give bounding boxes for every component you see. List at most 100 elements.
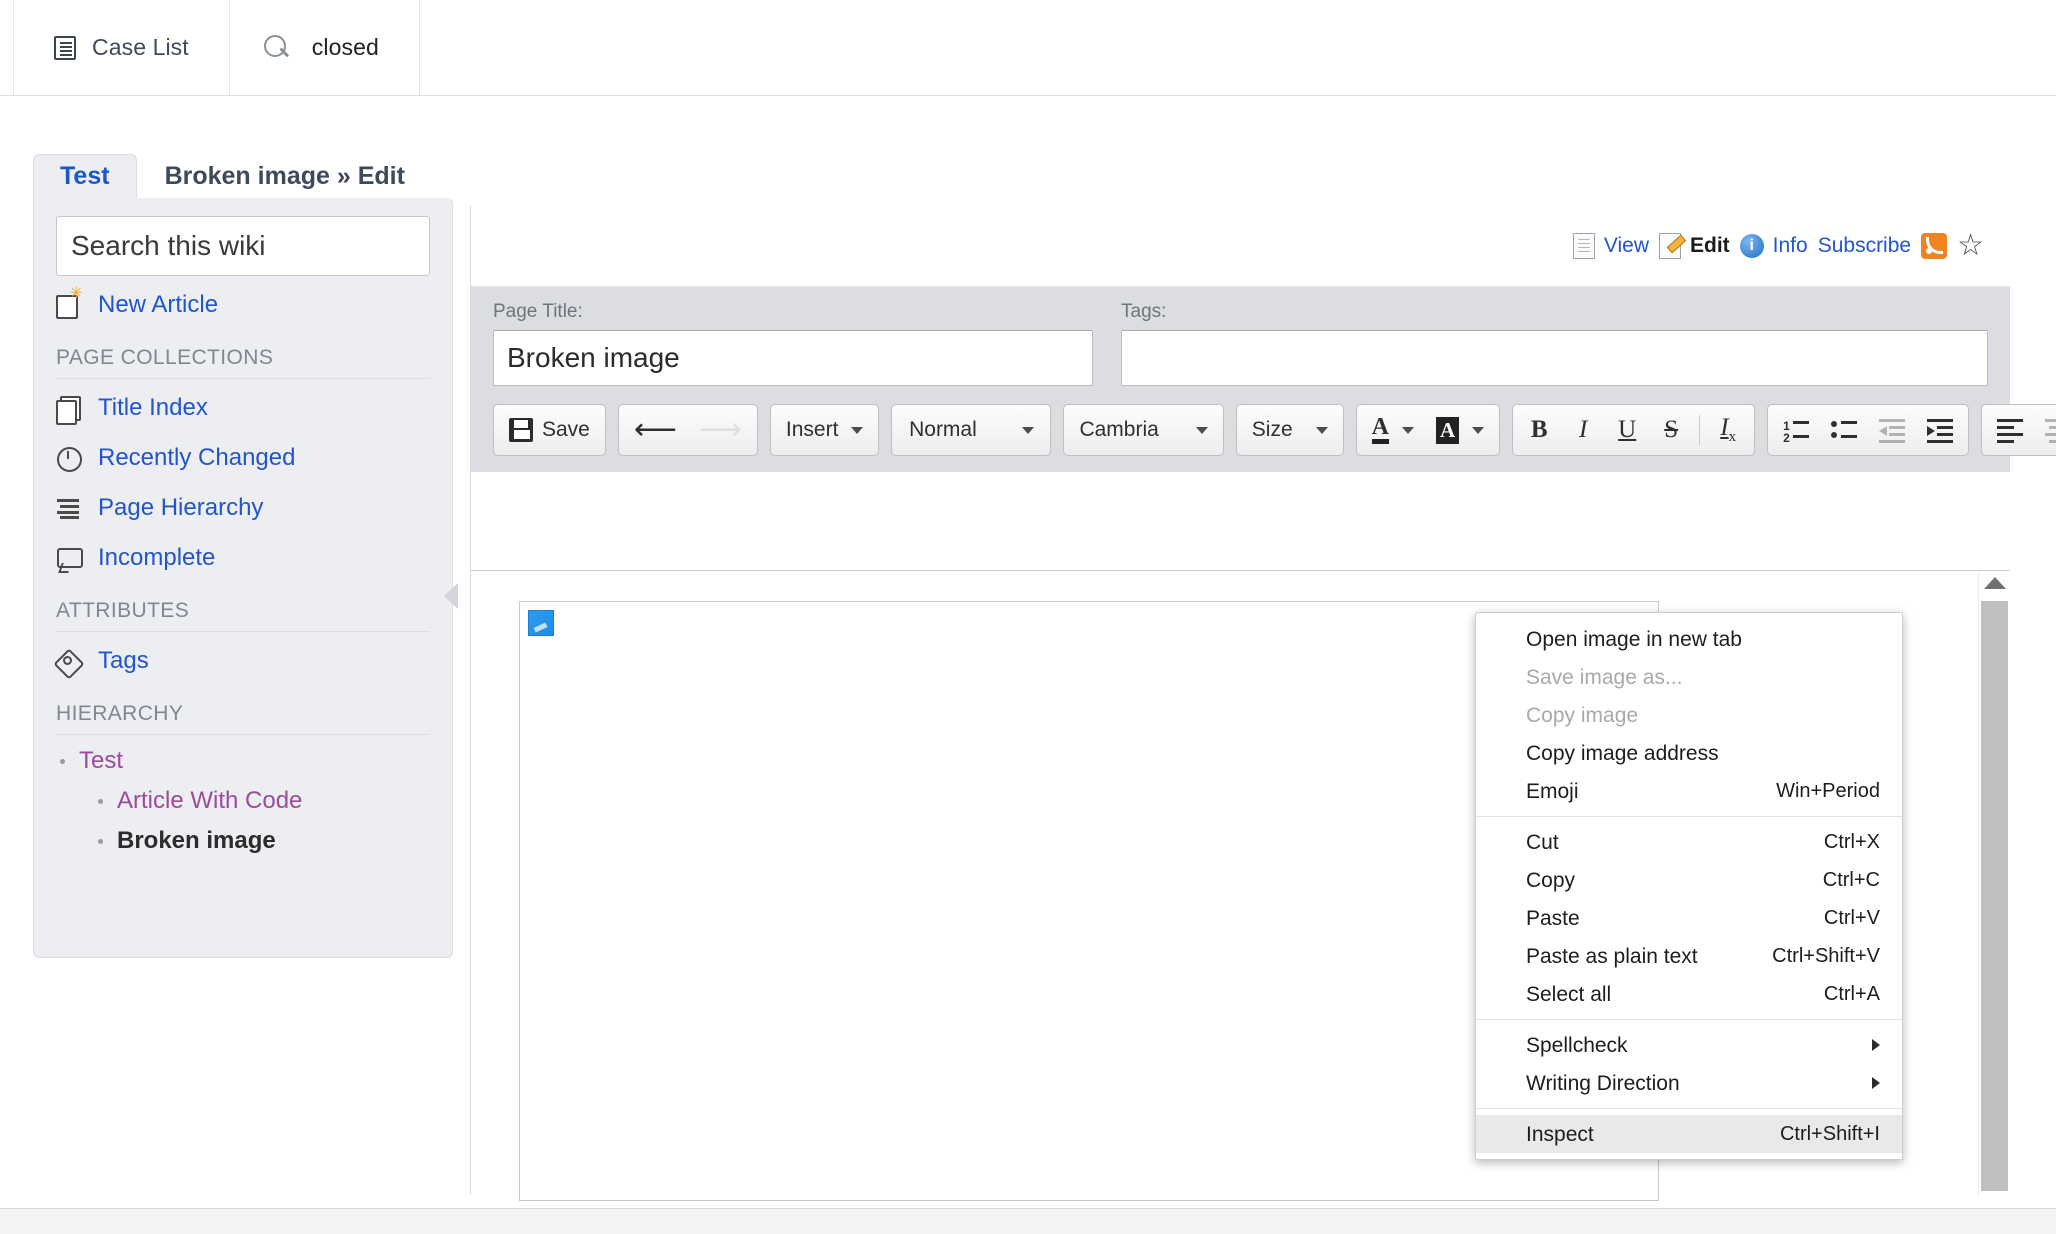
sidebar-item-recently-changed[interactable]: Recently Changed xyxy=(34,437,452,479)
menu-item-accel: Ctrl+A xyxy=(1823,983,1880,1005)
indent-button[interactable] xyxy=(1916,408,1964,452)
sidebar-heading-hierarchy: HIERARCHY xyxy=(56,702,184,725)
undo-button[interactable]: ⟵ xyxy=(623,408,688,452)
info-action[interactable]: i Info xyxy=(1739,233,1808,258)
editor-fields-row: Page Title: Tags: xyxy=(493,301,1988,386)
sidebar-item-label: New Article xyxy=(98,291,219,318)
menu-item-writing-direction[interactable]: Writing Direction xyxy=(1476,1064,1902,1102)
strikethrough-button[interactable]: S xyxy=(1649,408,1693,452)
star-icon: ☆ xyxy=(1957,228,1984,262)
bulleted-list-icon xyxy=(1831,419,1858,441)
sidebar-item-label: Incomplete xyxy=(98,544,216,571)
bold-button[interactable]: B xyxy=(1517,408,1561,452)
breadcrumb: Broken image » Edit xyxy=(164,162,405,190)
tag-icon xyxy=(56,648,82,674)
subscribe-action[interactable]: Subscribe xyxy=(1818,234,1911,258)
chevron-right-icon xyxy=(1872,1039,1880,1051)
text-color-button[interactable]: A xyxy=(1361,408,1425,452)
clock-icon xyxy=(56,445,82,472)
tags-input[interactable] xyxy=(1121,330,1988,386)
hierarchy-icon xyxy=(56,495,82,521)
menu-item-copy-image-address[interactable]: Copy image address xyxy=(1476,734,1902,772)
save-button[interactable]: Save xyxy=(498,408,601,452)
menu-item-copy[interactable]: Copy Ctrl+C xyxy=(1476,861,1902,899)
paragraph-format-dropdown[interactable]: Normal xyxy=(896,408,1046,452)
outdent-button[interactable] xyxy=(1868,408,1916,452)
menu-item-label: Paste xyxy=(1526,906,1580,930)
page-title-input[interactable] xyxy=(493,330,1093,386)
menu-item-open-image-in-new-tab[interactable]: Open image in new tab xyxy=(1476,620,1902,658)
hierarchy-item-label: Broken image xyxy=(117,827,276,854)
align-center-button[interactable] xyxy=(2034,408,2056,452)
menu-item-spellcheck[interactable]: Spellcheck xyxy=(1476,1026,1902,1064)
title-index-icon xyxy=(56,395,82,425)
favorite-action[interactable]: ☆ xyxy=(1957,228,1984,262)
menu-item-cut[interactable]: Cut Ctrl+X xyxy=(1476,823,1902,861)
menu-separator xyxy=(1476,1019,1902,1020)
edit-action[interactable]: Edit xyxy=(1659,232,1730,259)
save-label: Save xyxy=(542,418,590,441)
insert-dropdown[interactable]: Insert xyxy=(775,408,875,452)
font-family-dropdown[interactable]: Cambria xyxy=(1068,408,1218,452)
sidebar-item-page-hierarchy[interactable]: Page Hierarchy xyxy=(34,487,452,529)
redo-button[interactable]: ⟶ xyxy=(688,408,753,452)
menu-item-accel: Ctrl+V xyxy=(1823,907,1880,929)
broken-image-placeholder[interactable] xyxy=(528,610,554,636)
sidebar-item-tags[interactable]: Tags xyxy=(34,640,452,682)
search-icon xyxy=(263,34,290,61)
editor-scrollbar[interactable] xyxy=(1978,571,2010,1195)
view-label: View xyxy=(1603,233,1649,257)
hierarchy-item-test[interactable]: Test xyxy=(60,741,430,781)
page-title-field-group: Page Title: xyxy=(493,301,1093,386)
menu-item-accel: Ctrl+X xyxy=(1823,831,1880,853)
italic-button[interactable]: I xyxy=(1561,408,1605,452)
wiki-sidebar: New Article PAGE COLLECTIONS Title Index… xyxy=(33,198,458,958)
menu-item-label: Copy image address xyxy=(1526,741,1719,765)
menu-item-paste[interactable]: Paste Ctrl+V xyxy=(1476,899,1902,937)
remove-format-button[interactable]: Ix xyxy=(1706,408,1750,452)
sidebar-item-title-index[interactable]: Title Index xyxy=(34,387,452,429)
search-input[interactable] xyxy=(56,216,430,276)
scrollbar-thumb[interactable] xyxy=(1981,601,2008,1191)
sidebar-collapse-toggle[interactable] xyxy=(444,583,458,609)
underline-icon: U xyxy=(1618,416,1637,443)
rss-action[interactable] xyxy=(1921,232,1948,259)
bulleted-list-button[interactable] xyxy=(1820,408,1868,452)
sidebar-item-new-article[interactable]: New Article xyxy=(34,284,452,326)
hierarchy-item-article-with-code[interactable]: Article With Code xyxy=(60,781,430,821)
menu-item-emoji[interactable]: Emoji Win+Period xyxy=(1476,772,1902,810)
search-input-value[interactable]: closed xyxy=(312,34,379,61)
menu-separator xyxy=(1476,1108,1902,1109)
align-left-button[interactable] xyxy=(1986,408,2034,452)
sidebar-item-incomplete[interactable]: Incomplete xyxy=(34,537,452,579)
font-size-dropdown[interactable]: Size xyxy=(1241,408,1339,452)
toolbar-group-save: Save xyxy=(493,404,606,456)
view-action[interactable]: View xyxy=(1572,232,1649,259)
hierarchy-item-label[interactable]: Article With Code xyxy=(117,787,302,815)
hierarchy-item-broken-image[interactable]: Broken image xyxy=(60,821,430,861)
format-label: Normal xyxy=(909,418,977,441)
context-menu-group-language: Spellcheck Writing Direction xyxy=(1476,1026,1902,1102)
outdent-icon xyxy=(1879,419,1906,443)
scroll-up-arrow-icon[interactable] xyxy=(1984,577,2006,589)
background-color-icon: A xyxy=(1436,416,1460,444)
chevron-down-icon xyxy=(1315,426,1328,434)
editor-toolbar: Save ⟵ ⟶ Insert Normal Cambria Size A A … xyxy=(493,386,2056,462)
menu-item-inspect[interactable]: Inspect Ctrl+Shift+I xyxy=(1476,1115,1902,1153)
global-search[interactable]: closed xyxy=(230,0,420,95)
background-color-button[interactable]: A xyxy=(1425,408,1495,452)
context-menu[interactable]: Open image in new tab Save image as... C… xyxy=(1475,612,1903,1160)
underline-button[interactable]: U xyxy=(1605,408,1649,452)
chevron-down-icon xyxy=(1402,426,1414,434)
menu-item-paste-as-plain-text[interactable]: Paste as plain text Ctrl+Shift+V xyxy=(1476,937,1902,975)
case-list-tab[interactable]: Case List xyxy=(14,0,230,95)
document-icon xyxy=(1572,232,1595,259)
hierarchy-item-label[interactable]: Test xyxy=(79,747,123,775)
numbered-list-button[interactable]: 12 xyxy=(1772,408,1820,452)
editor-header-zone: Page Title: Tags: Save ⟵ ⟶ xyxy=(471,287,2056,472)
tab-test[interactable]: Test xyxy=(33,154,137,199)
subscribe-label: Subscribe xyxy=(1817,233,1912,257)
bullet-icon xyxy=(60,758,65,764)
menu-item-select-all[interactable]: Select all Ctrl+A xyxy=(1476,975,1902,1013)
toolbar-group-font: Cambria xyxy=(1063,404,1224,456)
